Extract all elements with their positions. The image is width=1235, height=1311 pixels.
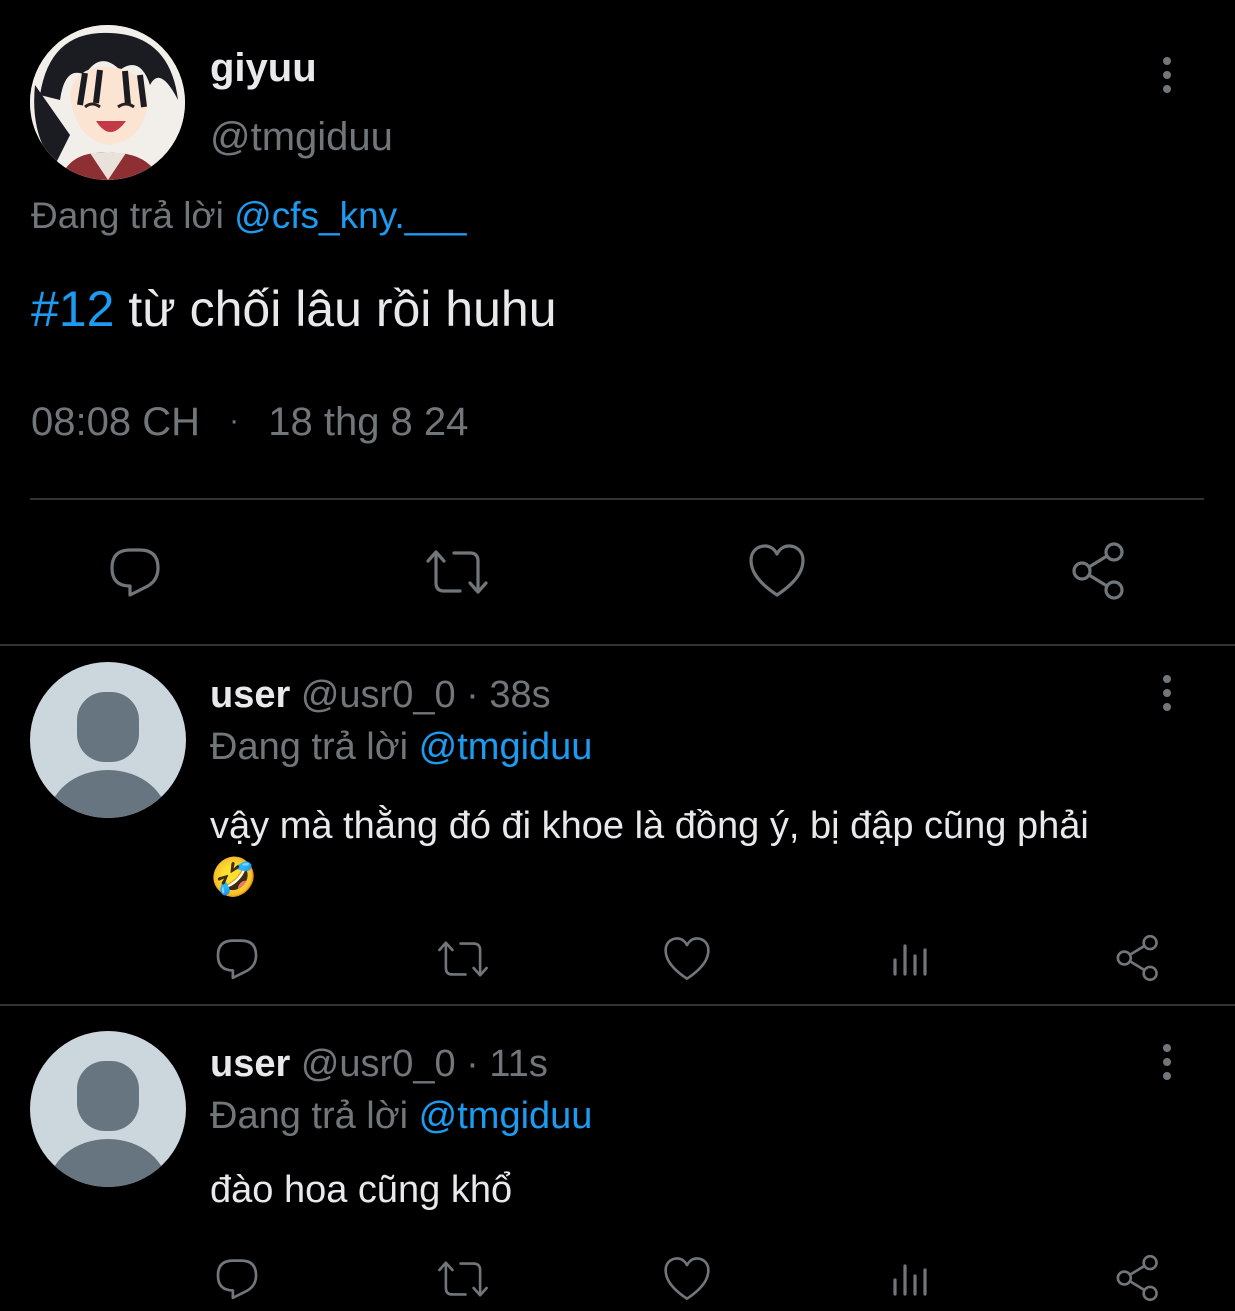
tweet-body: từ chối lâu rồi huhu <box>114 281 557 337</box>
reply-time[interactable]: · 38s <box>466 674 550 716</box>
display-name[interactable]: giyuu <box>210 46 317 91</box>
replying-to-line: Đang trả lời @cfs_kny.___ <box>31 195 466 237</box>
heart-icon[interactable] <box>662 936 712 982</box>
replying-to-link[interactable]: @tmgiduu <box>419 726 593 768</box>
divider <box>0 644 1235 646</box>
heart-icon[interactable] <box>747 543 807 599</box>
avatar[interactable] <box>30 25 185 180</box>
reply-icon[interactable] <box>213 934 261 982</box>
retweet-icon[interactable] <box>436 1257 490 1301</box>
reply-icon[interactable] <box>213 1254 261 1302</box>
reply-text: đào hoa cũng khổ <box>210 1169 512 1212</box>
views-icon[interactable] <box>890 938 934 978</box>
share-icon[interactable] <box>1068 540 1130 602</box>
avatar[interactable] <box>30 662 186 818</box>
separator: · <box>229 404 240 437</box>
more-icon[interactable] <box>1163 1044 1171 1086</box>
display-name[interactable]: user <box>210 674 290 716</box>
tweet-time: 08:08 CH <box>31 400 200 444</box>
replying-to-line: Đang trả lời @tmgiduu <box>210 1095 592 1138</box>
display-name[interactable]: user <box>210 1043 290 1085</box>
handle[interactable]: @usr0_0 <box>301 1043 456 1085</box>
hashtag-link[interactable]: #12 <box>31 281 114 337</box>
reply-body: vậy mà thằng đó đi khoe là đồng ý, bị đậ… <box>210 805 1089 847</box>
replying-prefix: Đang trả lời <box>31 195 224 236</box>
reply-header: user @usr0_0 · 38s <box>210 674 551 717</box>
more-icon[interactable] <box>1163 57 1171 99</box>
more-icon[interactable] <box>1163 675 1171 717</box>
divider <box>0 1004 1235 1006</box>
replying-to-line: Đang trả lời @tmgiduu <box>210 726 592 769</box>
avatar[interactable] <box>30 1031 186 1187</box>
emoji: 🤣 <box>210 857 258 899</box>
retweet-icon[interactable] <box>436 937 490 981</box>
views-icon[interactable] <box>890 1258 934 1298</box>
reply-icon[interactable] <box>106 542 164 600</box>
reply-time[interactable]: · 11s <box>466 1043 548 1085</box>
replying-prefix: Đang trả lời <box>210 726 409 768</box>
reply-text: vậy mà thằng đó đi khoe là đồng ý, bị đậ… <box>210 800 1190 904</box>
replying-prefix: Đang trả lời <box>210 1095 409 1137</box>
replying-to-link[interactable]: @cfs_kny.___ <box>234 195 466 236</box>
share-icon[interactable] <box>1113 1253 1163 1303</box>
heart-icon[interactable] <box>662 1256 712 1302</box>
replying-to-link[interactable]: @tmgiduu <box>419 1095 593 1137</box>
handle[interactable]: @usr0_0 <box>301 674 456 716</box>
handle[interactable]: @tmgiduu <box>210 115 393 160</box>
share-icon[interactable] <box>1113 933 1163 983</box>
tweet-date: 18 thg 8 24 <box>268 400 469 444</box>
retweet-icon[interactable] <box>424 545 490 599</box>
tweet-text: #12 từ chối lâu rồi huhu <box>31 280 557 338</box>
timestamp[interactable]: 08:08 CH · 18 thg 8 24 <box>31 400 468 445</box>
reply-body: đào hoa cũng khổ <box>210 1169 513 1211</box>
divider <box>30 498 1204 500</box>
reply-header: user @usr0_0 · 11s <box>210 1043 548 1086</box>
